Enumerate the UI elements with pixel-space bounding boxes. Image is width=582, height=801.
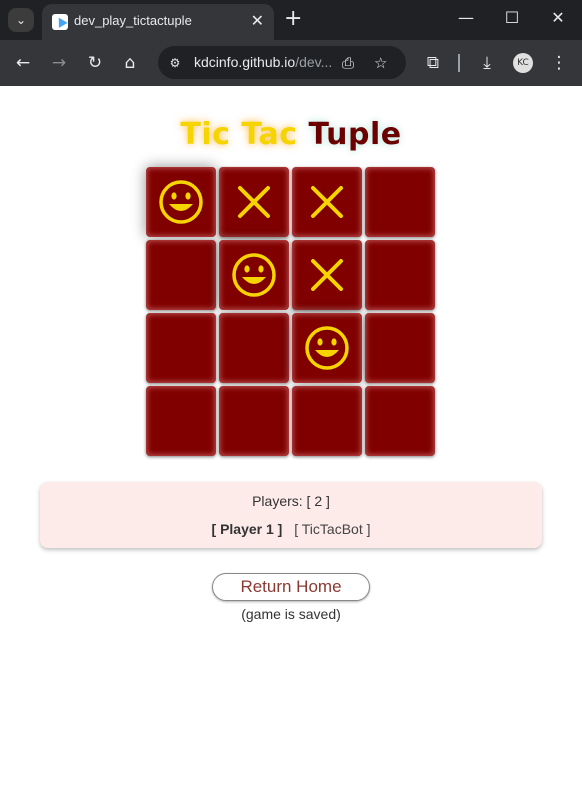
smiley-icon	[305, 326, 349, 370]
smiley-icon	[232, 253, 276, 297]
player1-label: [ Player 1 ]	[211, 521, 283, 537]
extensions-icon[interactable]: ⧉	[422, 52, 444, 74]
player2-label: [ TicTacBot ]	[294, 521, 371, 537]
return-home-button[interactable]: Return Home	[212, 573, 370, 601]
board-cell-r2c2[interactable]	[292, 313, 362, 383]
tab-title: dev_play_tictactuple	[74, 13, 192, 28]
flutter-favicon-icon	[52, 14, 68, 30]
board-cell-r2c3[interactable]	[365, 313, 435, 383]
board-cell-r1c2[interactable]	[292, 240, 362, 310]
board-cell-r1c0[interactable]	[146, 240, 216, 310]
minimize-icon[interactable]: —	[451, 8, 481, 27]
download-icon[interactable]: ⤓	[476, 52, 498, 74]
menu-kebab-icon[interactable]: ⋮	[548, 52, 570, 74]
board-cell-r2c1[interactable]	[219, 313, 289, 383]
site-info-icon[interactable]: ⚙	[166, 54, 184, 72]
back-icon[interactable]: ←	[12, 52, 34, 74]
board-cell-r3c2[interactable]	[292, 386, 362, 456]
tab-search-button[interactable]: ⌄	[8, 8, 34, 32]
maximize-icon[interactable]: ☐	[497, 8, 527, 27]
players-count: Players: [ 2 ]	[252, 493, 330, 509]
game-page: Tic Tac Tuple Players: [ 2 ] [ Player 1 …	[1, 86, 581, 799]
browser-toolbar: ← → ↻ ⌂ ⚙ kdcinfo.github.io/dev... ⎙ ☆ ⧉…	[0, 40, 582, 86]
x-mark-icon	[311, 259, 343, 291]
browser-tabbar: ⌄ dev_play_tictactuple ✕ + — ☐ ✕	[0, 0, 582, 40]
board-cell-r1c1[interactable]	[219, 240, 289, 310]
home-icon[interactable]: ⌂	[119, 52, 141, 74]
board-cell-r2c0[interactable]	[146, 313, 216, 383]
board-cell-r1c3[interactable]	[365, 240, 435, 310]
toolbar-divider	[458, 54, 460, 72]
board-cell-r0c1[interactable]	[219, 167, 289, 237]
board-cell-r3c1[interactable]	[219, 386, 289, 456]
game-title: Tic Tac Tuple	[180, 117, 402, 152]
board-cell-r0c0[interactable]	[146, 167, 216, 237]
x-mark-icon	[238, 186, 270, 218]
game-board	[146, 167, 438, 459]
x-mark-icon	[311, 186, 343, 218]
board-cell-r3c0[interactable]	[146, 386, 216, 456]
url-text: kdcinfo.github.io/dev...	[194, 54, 333, 70]
forward-icon[interactable]: →	[48, 52, 70, 74]
saved-note: (game is saved)	[241, 606, 341, 622]
bookmark-star-icon[interactable]: ☆	[374, 54, 387, 72]
players-list: [ Player 1 ] [ TicTacBot ]	[40, 521, 542, 537]
players-panel: Players: [ 2 ] [ Player 1 ] [ TicTacBot …	[40, 482, 542, 548]
address-bar[interactable]: ⚙ kdcinfo.github.io/dev... ⎙ ☆	[158, 46, 406, 79]
board-cell-r0c3[interactable]	[365, 167, 435, 237]
active-tab[interactable]: dev_play_tictactuple ✕	[42, 4, 274, 40]
tab-close-icon[interactable]: ✕	[251, 11, 264, 30]
profile-avatar[interactable]: KC	[513, 53, 533, 73]
board-cell-r3c3[interactable]	[365, 386, 435, 456]
reload-icon[interactable]: ↻	[84, 52, 106, 74]
install-app-icon[interactable]: ⎙	[342, 54, 354, 72]
board-cell-r0c2[interactable]	[292, 167, 362, 237]
close-window-icon[interactable]: ✕	[543, 8, 573, 27]
smiley-icon	[159, 180, 203, 224]
new-tab-icon[interactable]: +	[284, 8, 302, 30]
